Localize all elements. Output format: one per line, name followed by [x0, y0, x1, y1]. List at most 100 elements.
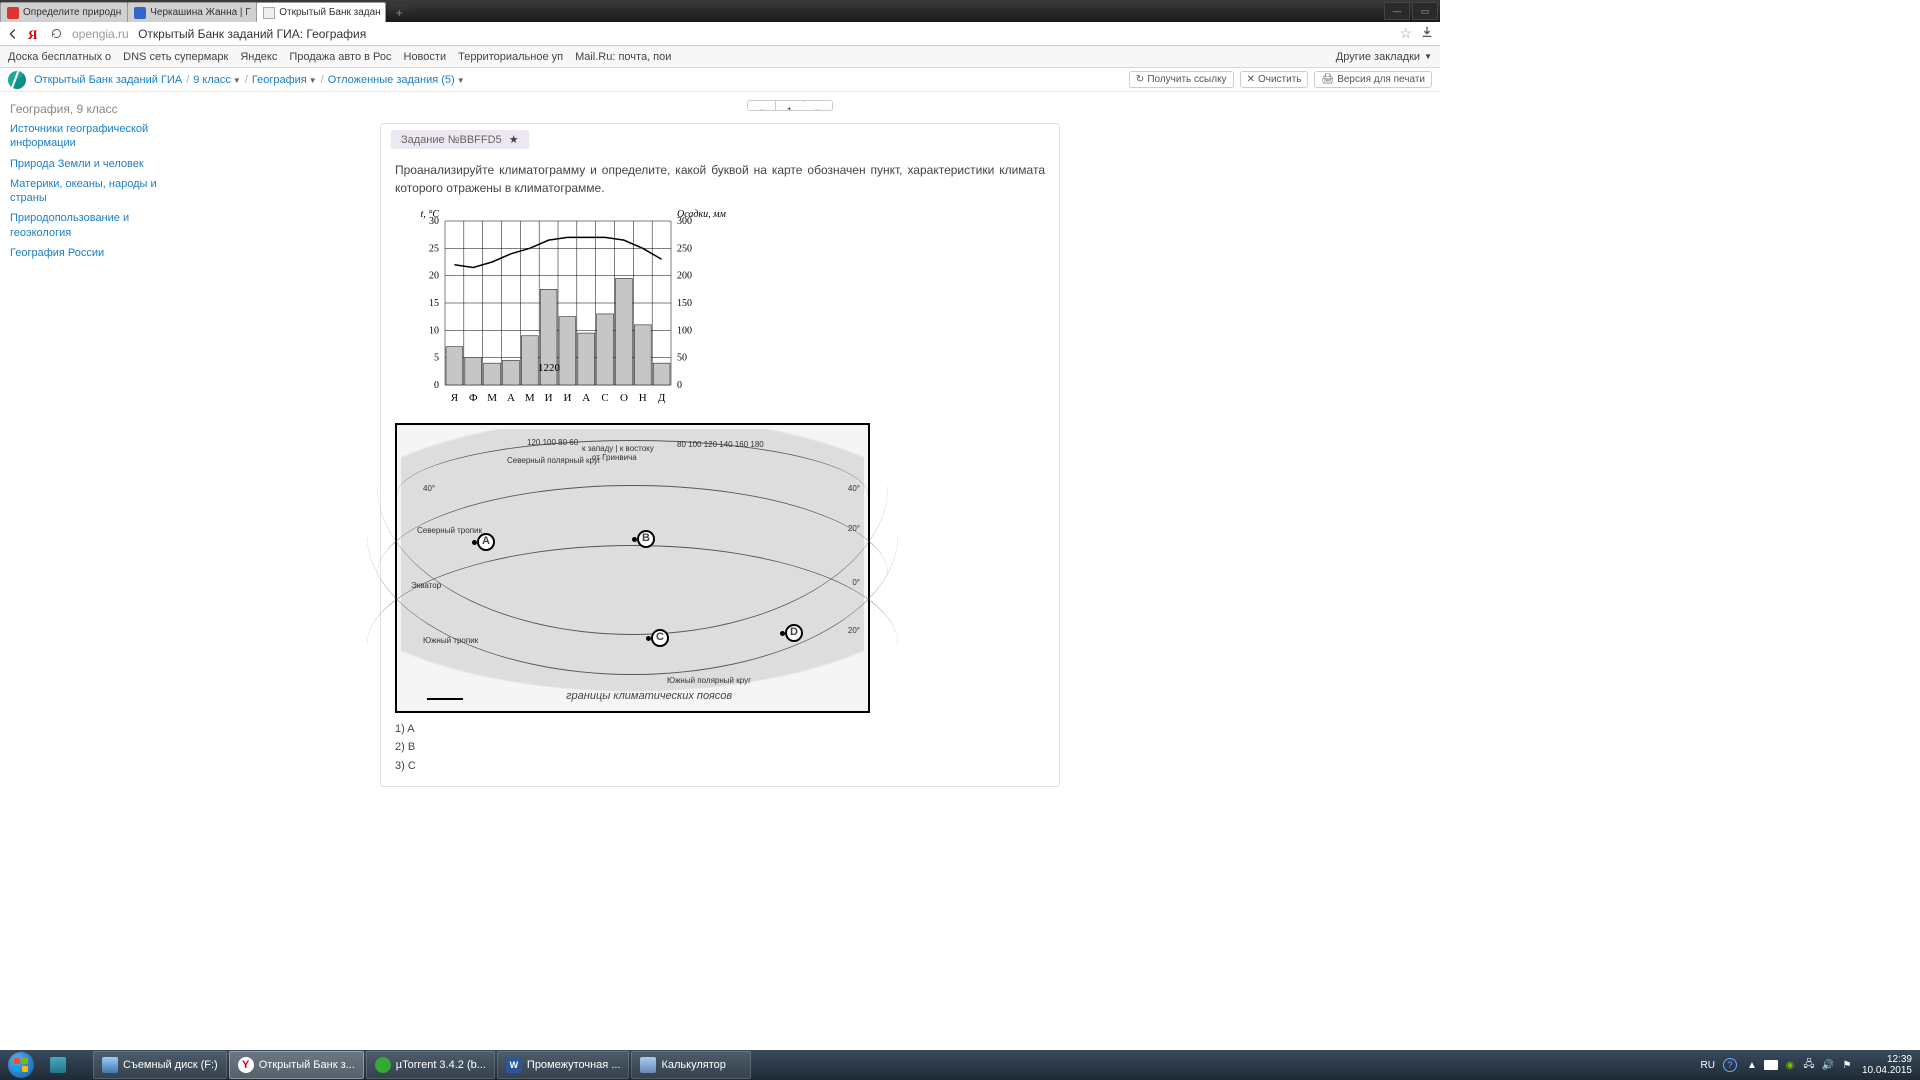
browser-tab[interactable]: Черкашина Жанна | Г: [127, 2, 257, 22]
map-legend-line: [427, 698, 463, 700]
url-field[interactable]: opengia.ru Открытый Банк заданий ГИА: Ге…: [72, 27, 1391, 41]
sidebar-link[interactable]: Природа Земли и человек: [10, 157, 190, 171]
map-text: Южный полярный круг: [667, 675, 751, 687]
world-map: ABCD Северный тропикЭкваторЮжный тропикЮ…: [395, 423, 870, 713]
other-bookmarks-label: Другие закладки: [1336, 51, 1420, 63]
taskbar-item[interactable]: µTorrent 3.4.2 (b...: [366, 1051, 495, 1079]
pager-input[interactable]: [776, 102, 804, 111]
sidebar-heading: География, 9 класс: [10, 102, 190, 116]
taskbar-pin-explorer[interactable]: [41, 1051, 91, 1079]
svg-text:Осадки, мм: Осадки, мм: [677, 209, 727, 220]
crumb-actions: ↻Получить ссылку ✕Очистить 🖨Версия для п…: [1129, 71, 1432, 88]
task-text: Проанализируйте климатограмму и определи…: [395, 161, 1045, 197]
svg-text:20: 20: [429, 270, 439, 281]
breadcrumb-item[interactable]: Отложенные задания (5)▼: [328, 74, 465, 86]
breadcrumb-item[interactable]: Открытый Банк заданий ГИА: [34, 74, 182, 86]
breadcrumb-item[interactable]: География▼: [252, 74, 317, 86]
yandex-logo-icon[interactable]: Я: [28, 27, 42, 41]
svg-text:t, °C: t, °C: [421, 209, 440, 220]
map-text: 120 100 80 60: [527, 437, 578, 449]
svg-text:5: 5: [434, 352, 439, 363]
word-icon: W: [506, 1057, 522, 1073]
tab-title: Открытый Банк задан: [279, 7, 380, 18]
map-point-C: C: [651, 629, 669, 647]
bookmark-item[interactable]: DNS сеть супермарк: [123, 51, 228, 63]
flag-icon[interactable]: [1764, 1060, 1778, 1070]
clock[interactable]: 12:39 10.04.2015: [1862, 1054, 1912, 1076]
browser-tab[interactable]: Определите природн: [0, 2, 128, 22]
battery-icon[interactable]: ⚑: [1840, 1058, 1854, 1072]
get-link-button[interactable]: ↻Получить ссылку: [1129, 71, 1234, 88]
svg-text:100: 100: [677, 325, 692, 336]
breadcrumb-item[interactable]: 9 класс▼: [193, 74, 241, 86]
bookmark-item[interactable]: Mail.Ru: почта, пои: [575, 51, 671, 63]
language-indicator[interactable]: RU: [1700, 1060, 1714, 1071]
map-legend: границы климатических поясов: [566, 688, 732, 705]
maximize-button[interactable]: ▭: [1412, 2, 1438, 20]
favicon-icon: [134, 7, 146, 19]
main-area: География, 9 класс Источники географичес…: [0, 92, 1440, 787]
pager-page: [776, 101, 804, 111]
pager-prev[interactable]: «: [748, 101, 776, 111]
map-text: Северный тропик: [417, 525, 482, 537]
print-button[interactable]: 🖨Версия для печати: [1314, 71, 1432, 88]
sidebar-link[interactable]: Источники географической информации: [10, 122, 190, 151]
breadcrumb-separator: /: [186, 74, 189, 86]
address-bar: Я opengia.ru Открытый Банк заданий ГИА: …: [0, 22, 1440, 46]
minimize-button[interactable]: —: [1384, 2, 1410, 20]
utorrent-icon: [375, 1057, 391, 1073]
help-icon[interactable]: ?: [1723, 1058, 1737, 1072]
taskbar-item-active[interactable]: Y Открытый Банк з...: [229, 1051, 364, 1079]
breadcrumb-bar: Открытый Банк заданий ГИА / 9 класс▼ / Г…: [0, 68, 1440, 92]
start-button[interactable]: [2, 1051, 40, 1079]
sidebar-link[interactable]: Природопользование и геоэкология: [10, 211, 190, 240]
content: « » Задание №BBFFD5 ★ Проанализируйте кл…: [380, 92, 1060, 787]
map-point-B: B: [637, 530, 655, 548]
site-logo-icon[interactable]: [8, 71, 26, 89]
taskbar-item[interactable]: Съемный диск (F:): [93, 1051, 227, 1079]
volume-icon[interactable]: 🔊: [1821, 1058, 1835, 1072]
sidebar-link[interactable]: Материки, океаны, народы и страны: [10, 177, 190, 206]
bookmark-item[interactable]: Новости: [404, 51, 447, 63]
browser-tab-active[interactable]: Открытый Банк задан ×: [256, 2, 386, 22]
browser-tabs-bar: Определите природн Черкашина Жанна | Г О…: [0, 0, 1440, 22]
breadcrumb-separator: /: [321, 74, 324, 86]
bookmark-star-icon[interactable]: ☆: [1399, 25, 1412, 42]
nvidia-icon[interactable]: ◉: [1783, 1058, 1797, 1072]
bookmark-item[interactable]: Яндекс: [240, 51, 277, 63]
taskbar-item[interactable]: W Промежуточная ...: [497, 1051, 630, 1079]
taskbar-item[interactable]: Калькулятор: [631, 1051, 751, 1079]
back-button[interactable]: [6, 27, 20, 41]
new-tab-button[interactable]: +: [389, 4, 409, 22]
star-icon[interactable]: ★: [509, 134, 519, 146]
map-text: Экватор: [411, 580, 441, 592]
chevron-down-icon: ▼: [309, 76, 317, 85]
pager-next[interactable]: »: [804, 101, 832, 111]
tabs-container: Определите природн Черкашина Жанна | Г О…: [0, 0, 409, 22]
clear-button[interactable]: ✕Очистить: [1240, 71, 1309, 88]
answer-option[interactable]: 2) B: [395, 739, 1045, 756]
reload-button[interactable]: [50, 27, 64, 41]
answer-option[interactable]: 3) С: [395, 758, 1045, 775]
tray-icons[interactable]: ▲ ◉ 🖧 🔊 ⚑: [1745, 1058, 1854, 1072]
chevron-down-icon: ▼: [457, 76, 465, 85]
explorer-icon: [50, 1057, 66, 1073]
other-bookmarks[interactable]: Другие закладки ▼: [1336, 51, 1432, 63]
system-tray: RU ? ▲ ◉ 🖧 🔊 ⚑ 12:39 10.04.2015: [1700, 1054, 1918, 1076]
calc-icon: [640, 1057, 656, 1073]
bookmark-item[interactable]: Доска бесплатных о: [8, 51, 111, 63]
close-icon[interactable]: ×: [385, 7, 387, 19]
tab-title: Черкашина Жанна | Г: [150, 7, 251, 18]
svg-text:150: 150: [677, 298, 692, 309]
svg-text:25: 25: [429, 243, 439, 254]
downloads-icon[interactable]: [1420, 25, 1434, 42]
sidebar-link[interactable]: География России: [10, 246, 190, 260]
network-icon[interactable]: 🖧: [1802, 1058, 1816, 1072]
tray-icon[interactable]: ▲: [1745, 1058, 1759, 1072]
bookmark-item[interactable]: Продажа авто в Рос: [289, 51, 391, 63]
url-host: opengia.ru: [72, 27, 129, 41]
map-text: 80 100 120 140 160 180: [677, 439, 764, 451]
bookmark-item[interactable]: Территориальное уп: [458, 51, 563, 63]
link-icon: ↻: [1136, 74, 1144, 85]
bookmarks-bar: Доска бесплатных о DNS сеть супермарк Ян…: [0, 46, 1440, 68]
